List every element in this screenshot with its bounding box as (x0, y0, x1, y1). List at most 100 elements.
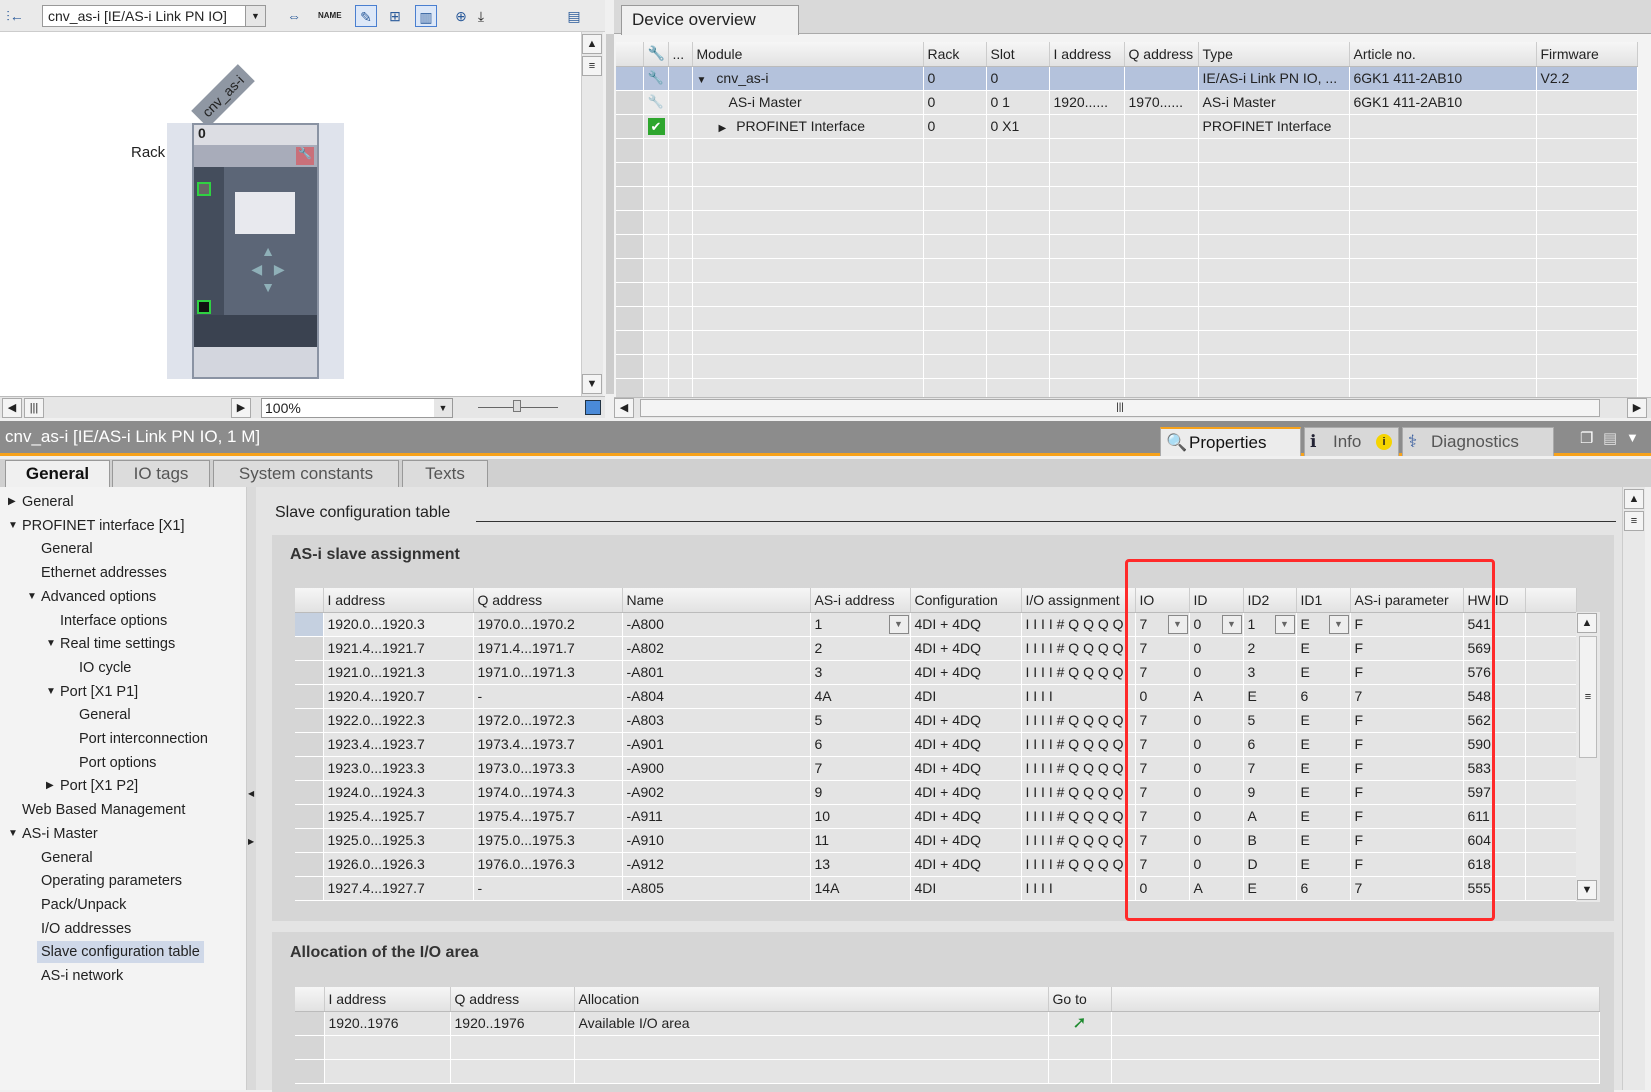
row-header[interactable] (295, 1011, 325, 1036)
article-cell[interactable] (1349, 114, 1537, 139)
row-header[interactable] (616, 234, 644, 259)
column-header[interactable]: Article no. (1349, 42, 1537, 67)
cell[interactable]: 1975.0...1975.3 (473, 828, 623, 853)
tree-item[interactable]: Ethernet addresses (41, 562, 167, 584)
cell[interactable]: -A900 (622, 756, 811, 781)
scroll-thumb[interactable]: ||| (24, 398, 44, 418)
rack-cell[interactable] (923, 138, 987, 163)
table-row[interactable] (616, 282, 1638, 307)
type-cell[interactable] (1198, 210, 1350, 235)
cell[interactable]: 1972.0...1972.3 (473, 708, 623, 733)
slot-cell[interactable] (986, 234, 1050, 259)
chevron-down-icon[interactable]: ▼ (1626, 430, 1639, 445)
scroll-thumb[interactable]: ≡ (1624, 511, 1644, 531)
expand-right-icon[interactable]: ▶ (46, 780, 54, 791)
port-p1-icon[interactable] (197, 182, 211, 196)
cell[interactable]: I I I I (1021, 876, 1136, 901)
cell[interactable]: 3 (810, 660, 911, 685)
i_address-cell[interactable] (1049, 330, 1125, 355)
cell[interactable]: 10 (810, 804, 911, 829)
tree-item[interactable]: IO cycle (79, 657, 131, 679)
column-header[interactable]: I address (323, 588, 474, 613)
rack-cell[interactable] (923, 210, 987, 235)
i_address-cell[interactable] (1049, 234, 1125, 259)
article-cell[interactable] (1349, 354, 1537, 379)
cell[interactable]: 4DI + 4DQ (910, 780, 1022, 805)
tree-item[interactable]: Port [X1 P2] (60, 775, 138, 797)
cell[interactable]: 1921.0...1921.3 (323, 660, 474, 685)
network-view-icon[interactable]: ⫶← (4, 5, 26, 27)
cell[interactable]: I I I I # Q Q Q Q (1021, 612, 1136, 637)
row-header[interactable] (616, 210, 644, 235)
row-header[interactable] (295, 660, 324, 685)
chevron-down-icon[interactable]: ▼ (245, 6, 265, 26)
tab-texts[interactable]: Texts (402, 460, 488, 487)
q_address-cell[interactable] (1124, 306, 1199, 331)
rack-cell[interactable]: 0 (923, 90, 987, 115)
type-cell[interactable] (1198, 234, 1350, 259)
cell[interactable]: -A801 (622, 660, 811, 685)
table-row[interactable]: 🔧 AS-i Master 0 0 1 1920...... 1970...... AS-i… (616, 90, 1638, 115)
cell[interactable]: -A901 (622, 732, 811, 757)
slave-table-vscrollbar[interactable]: ▲ ≡ ▼ (1576, 612, 1600, 902)
tab-device-overview[interactable]: Device overview (621, 5, 799, 35)
cell[interactable]: I I I I # Q Q Q Q (1021, 780, 1136, 805)
column-header[interactable]: Q address (473, 588, 623, 613)
expand-right-icon[interactable]: ▶ (8, 496, 16, 507)
column-header[interactable]: Module (692, 42, 924, 67)
type-cell[interactable] (1198, 282, 1350, 307)
cell[interactable]: 1923.4...1923.7 (323, 732, 474, 757)
rack-cell[interactable] (923, 354, 987, 379)
column-header[interactable]: Allocation (574, 987, 1049, 1012)
module-cell[interactable] (692, 162, 924, 187)
cell[interactable]: -A802 (622, 636, 811, 661)
cell[interactable]: 7 (810, 756, 911, 781)
cell[interactable]: 11 (810, 828, 911, 853)
rack-cell[interactable] (923, 234, 987, 259)
table-row[interactable] (295, 1035, 1600, 1060)
edit-view-icon[interactable]: ✎ (355, 5, 377, 27)
cell[interactable]: I I I I # Q Q Q Q (1021, 660, 1136, 685)
table-row[interactable] (616, 258, 1638, 283)
firmware-cell[interactable] (1536, 330, 1638, 355)
cell[interactable]: 1971.0...1971.3 (473, 660, 623, 685)
table-row[interactable] (616, 210, 1638, 235)
module-cell[interactable] (692, 138, 924, 163)
cell[interactable]: -A800 (622, 612, 811, 637)
expand-down-icon[interactable]: ▼ (46, 638, 56, 649)
cell[interactable]: I I I I # Q Q Q Q (1021, 852, 1136, 877)
cell[interactable]: 4DI + 4DQ (910, 708, 1022, 733)
cell[interactable]: -A911 (622, 804, 811, 829)
row-header[interactable] (616, 306, 644, 331)
fit-width-icon[interactable]: ⇔ (283, 5, 305, 27)
scroll-up-icon[interactable]: ▲ (582, 34, 602, 54)
device-select[interactable]: cnv_as-i [IE/AS-i Link PN IO] ▼ (42, 5, 266, 27)
table-row[interactable] (616, 330, 1638, 355)
table-row[interactable] (616, 138, 1638, 163)
i_address-cell[interactable] (1049, 66, 1125, 91)
q_address-cell[interactable] (1124, 162, 1199, 187)
chevron-down-icon[interactable]: ▼ (888, 614, 909, 634)
i_address-cell[interactable]: 1920...... (1049, 90, 1125, 115)
cell[interactable]: 1973.0...1973.3 (473, 756, 623, 781)
firmware-cell[interactable] (1536, 354, 1638, 379)
cell[interactable]: 1922.0...1922.3 (323, 708, 474, 733)
module-cell[interactable] (692, 234, 924, 259)
row-header[interactable] (616, 282, 644, 307)
cell[interactable]: 4DI + 4DQ (910, 660, 1022, 685)
overview-window-icon[interactable]: ▤ (563, 5, 585, 27)
row-header[interactable] (295, 828, 324, 853)
rack-cell[interactable] (923, 306, 987, 331)
tree-item[interactable]: General (22, 491, 74, 513)
q_address-cell[interactable] (1124, 234, 1199, 259)
article-cell[interactable] (1349, 306, 1537, 331)
tree-item[interactable]: Pack/Unpack (41, 894, 126, 916)
tree-item[interactable]: Port [X1 P1] (60, 681, 138, 703)
slot-cell[interactable] (986, 330, 1050, 355)
cell[interactable]: 1920.4...1920.7 (323, 684, 474, 709)
cell[interactable]: 1927.4...1927.7 (323, 876, 474, 901)
tree-item[interactable]: General (41, 847, 93, 869)
row-header[interactable] (295, 852, 324, 877)
module-cell[interactable] (692, 330, 924, 355)
tab-general[interactable]: General (5, 460, 110, 488)
